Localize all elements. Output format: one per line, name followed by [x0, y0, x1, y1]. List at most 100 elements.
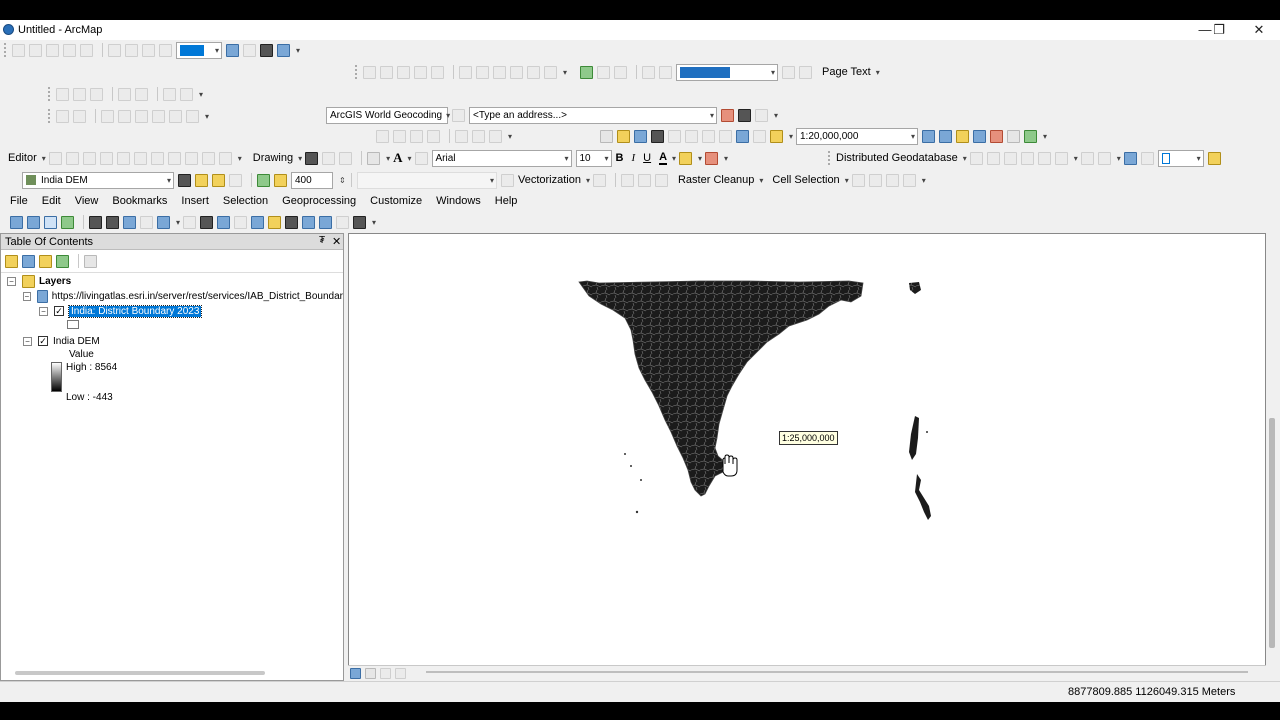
layout-view-icon[interactable] [365, 667, 376, 679]
data-driven-pages-icon[interactable] [277, 43, 290, 57]
replica-tool-6-icon[interactable] [1054, 151, 1068, 165]
cut-icon[interactable] [668, 129, 681, 143]
map-vertical-scrollbar[interactable] [1266, 233, 1280, 683]
zoom-whole-page-icon[interactable] [142, 43, 155, 57]
stretch-icon[interactable] [274, 173, 287, 187]
andaman-islands-shape[interactable] [909, 416, 919, 460]
toolbar-options-icon[interactable]: ▾ [1074, 152, 1081, 165]
viewer-window-icon[interactable] [353, 215, 366, 229]
find-address-icon[interactable] [721, 108, 734, 122]
list-by-visibility-icon[interactable] [39, 254, 52, 268]
edit-annotation-icon[interactable] [65, 151, 79, 165]
raster-cleanup-dropdown-icon[interactable]: ▾ [759, 174, 766, 187]
python-window-icon[interactable] [1007, 129, 1020, 143]
map-view[interactable]: 1:25,000,000 [348, 233, 1266, 683]
time-slider-icon[interactable] [1123, 151, 1137, 165]
toolbar-options-icon[interactable]: ▾ [1117, 152, 1124, 165]
cell-tool-1-icon[interactable] [851, 173, 865, 187]
layer-select-combo[interactable]: India DEM ▾ [22, 171, 174, 189]
topology-tool-b-icon[interactable] [135, 87, 148, 101]
zoom-to-selected-icon[interactable] [339, 151, 353, 165]
district-layer-row[interactable]: − ✓ India: District Boundary 2023 [39, 304, 203, 318]
cell-selection-dropdown-icon[interactable]: ▾ [845, 174, 852, 187]
district-layer-checkbox[interactable]: ✓ [54, 306, 64, 316]
drawing-dropdown-icon[interactable]: ▾ [298, 152, 305, 165]
ddp-table-icon[interactable] [614, 65, 627, 79]
undo-icon[interactable] [736, 129, 749, 143]
map-scale-combo[interactable]: 1:20,000,000 ▾ [796, 127, 918, 145]
toolbar-grip[interactable] [48, 109, 51, 123]
toolbar-options-icon[interactable]: ▾ [199, 88, 206, 101]
select-elements-icon[interactable] [305, 151, 319, 165]
play-icon[interactable] [376, 129, 389, 143]
table-of-contents-icon[interactable] [939, 129, 952, 143]
underline-button[interactable]: U [643, 152, 651, 164]
html-popup-icon[interactable] [251, 215, 264, 229]
service-row[interactable]: − https://livingatlas.esri.in/server/res… [23, 289, 343, 303]
spin-value-input[interactable]: 400 [291, 171, 333, 189]
replica-tool-3-icon[interactable] [1003, 151, 1017, 165]
find-route-icon[interactable] [302, 215, 315, 229]
edit-vertices-icon[interactable] [150, 151, 164, 165]
refresh-icon[interactable] [380, 667, 391, 679]
last-page-icon[interactable] [799, 65, 812, 79]
layer-properties-icon[interactable] [489, 129, 502, 143]
toolbar-grip[interactable] [48, 87, 51, 101]
collapse-icon[interactable]: − [7, 276, 16, 286]
focus-data-frame-icon[interactable] [243, 43, 256, 57]
collapse-icon[interactable]: − [23, 291, 31, 301]
toolbar-options-icon[interactable]: ▾ [563, 66, 570, 79]
raster-cleanup-menu[interactable]: Raster Cleanup [678, 174, 754, 186]
geocode-options-icon[interactable] [755, 108, 768, 122]
toolbar-options-icon[interactable]: ▾ [372, 216, 379, 229]
delete-icon[interactable] [719, 129, 732, 143]
replica-tool-1-icon[interactable] [969, 151, 983, 165]
topology-line-icon[interactable] [73, 87, 86, 101]
fixed-zoom-out-icon[interactable] [106, 215, 119, 229]
cogo-tool-4-icon[interactable] [118, 109, 131, 123]
topology-tool-c-icon[interactable] [163, 87, 176, 101]
text-tool-icon[interactable]: A [393, 150, 402, 166]
ddp-tool-1-icon[interactable] [459, 65, 472, 79]
toolbar-grip[interactable] [4, 43, 7, 57]
ddp-tool-4-icon[interactable] [510, 65, 523, 79]
zoom-in-fixed-icon[interactable] [12, 43, 25, 57]
font-name-combo[interactable]: Arial ▾ [431, 149, 572, 167]
swipe-icon[interactable] [229, 173, 242, 187]
pause-drawing-icon[interactable] [395, 667, 406, 679]
dem-layer-checkbox[interactable]: ✓ [38, 336, 48, 346]
cogo-tool-6-icon[interactable] [152, 109, 165, 123]
straight-segment-icon[interactable] [82, 151, 96, 165]
italic-button[interactable]: I [631, 152, 635, 164]
clear-selection-icon[interactable] [183, 215, 196, 229]
spin-updown-icon[interactable]: ⇕ [339, 174, 346, 187]
copy-icon[interactable] [685, 129, 698, 143]
menu-view[interactable]: View [75, 195, 99, 207]
go-back-icon[interactable] [123, 215, 136, 229]
font-color-icon[interactable]: A [659, 151, 668, 165]
dem-layer-row[interactable]: − ✓ India DEM [23, 334, 100, 348]
pan-icon[interactable] [46, 43, 59, 57]
rectangle-dropdown-icon[interactable]: ▾ [386, 152, 393, 165]
full-extent-icon[interactable] [63, 43, 76, 57]
address-inspector-icon[interactable] [452, 108, 465, 122]
toolbar-options-icon[interactable]: ▾ [922, 174, 929, 187]
edit-vertices-drawing-icon[interactable] [414, 151, 428, 165]
vectorization-dropdown-icon[interactable]: ▾ [586, 174, 593, 187]
nicobar-islands-shape[interactable] [915, 474, 931, 520]
brightness-icon[interactable] [195, 173, 208, 187]
menu-customize[interactable]: Customize [370, 195, 422, 207]
cogo-tool-1-icon[interactable] [56, 109, 69, 123]
cut-polygons-icon[interactable] [184, 151, 198, 165]
fill-color-icon[interactable] [679, 151, 693, 165]
toolbar-options-icon[interactable]: ▾ [774, 109, 781, 122]
collapse-icon[interactable]: − [39, 306, 48, 316]
select-dropdown-icon[interactable]: ▾ [176, 216, 183, 229]
line-color-icon[interactable] [705, 151, 719, 165]
search-window-icon[interactable] [973, 129, 986, 143]
cell-tool-4-icon[interactable] [902, 173, 916, 187]
transparency-icon[interactable] [212, 173, 225, 187]
arctoolbox-icon[interactable] [990, 129, 1003, 143]
go-forward-icon[interactable] [140, 215, 153, 229]
geocode-tool-icon[interactable] [738, 108, 751, 122]
